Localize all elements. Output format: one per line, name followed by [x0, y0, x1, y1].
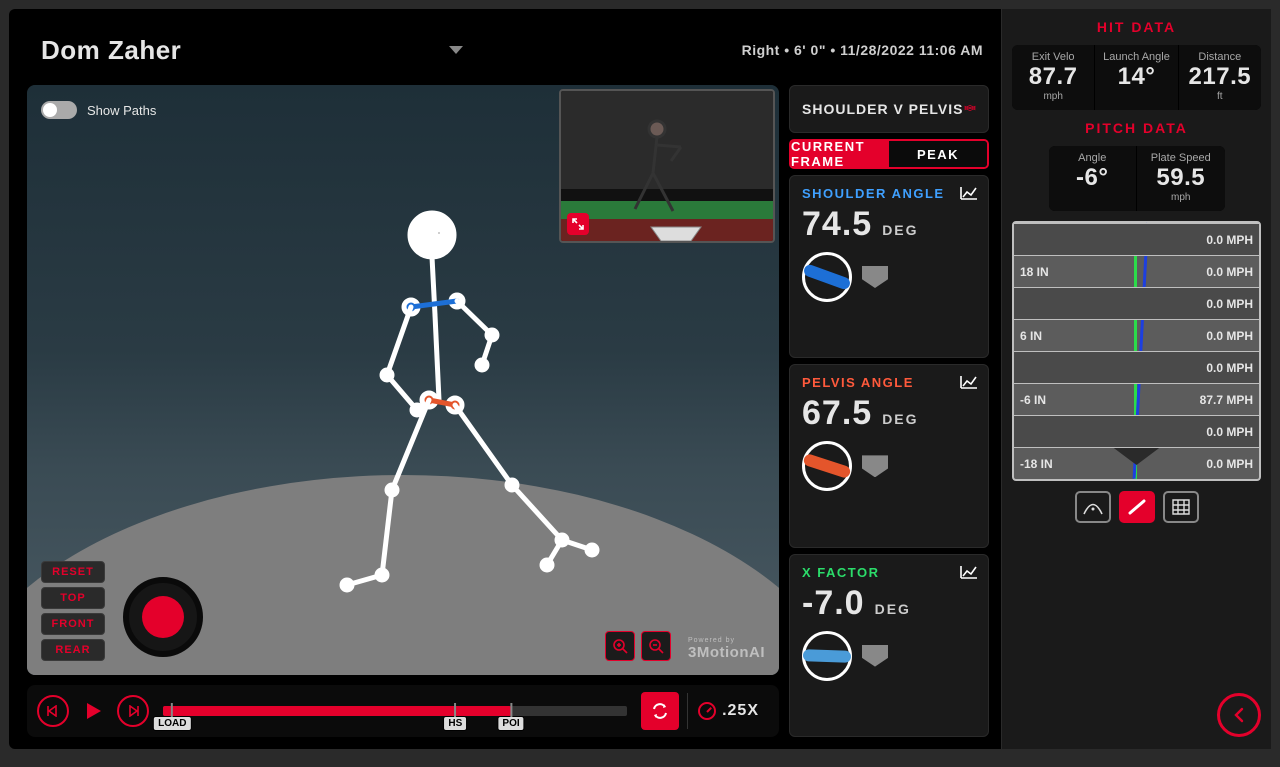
grid-row: 6 IN0.0 MPH: [1014, 319, 1259, 351]
grid-row: -6 IN87.7 MPH: [1014, 383, 1259, 415]
metric-value: 67.5: [802, 394, 872, 433]
camera-top-button[interactable]: TOP: [41, 587, 105, 609]
metric-shoulder: SHOULDER ANGLE 74.5 DEG: [789, 175, 989, 358]
marker-load[interactable]: LOAD: [153, 716, 191, 731]
joystick[interactable]: [123, 577, 203, 657]
metric-selector-label: SHOULDER V PELVIS: [802, 101, 963, 117]
view-grid-button[interactable]: [1163, 491, 1199, 523]
loop-button[interactable]: [641, 692, 679, 730]
app-root: Dom Zaher Right • 6' 0" • 11/28/2022 11:…: [9, 9, 1271, 749]
tab-current-frame[interactable]: CURRENT FRAME: [791, 141, 889, 167]
stat-distance: Distance217.5ft: [1179, 45, 1261, 110]
marker-hs[interactable]: HS: [443, 716, 467, 731]
show-paths-toggle[interactable]: Show Paths: [41, 101, 156, 119]
show-paths-label: Show Paths: [87, 103, 156, 118]
skip-fwd-button[interactable]: [117, 695, 149, 727]
metric-title: PELVIS ANGLE: [802, 375, 976, 390]
session-meta: Right • 6' 0" • 11/28/2022 11:06 AM: [742, 42, 983, 58]
timeline-track[interactable]: LOAD HS POI: [163, 706, 627, 716]
main-panel: Dom Zaher Right • 6' 0" • 11/28/2022 11:…: [9, 9, 1001, 749]
timeline-progress: [163, 706, 511, 716]
pitch-data-title: PITCH DATA: [1012, 120, 1261, 136]
camera-front-button[interactable]: FRONT: [41, 613, 105, 635]
angle-indicator: [802, 252, 976, 302]
view-mode-icons: [1012, 491, 1261, 523]
timeline: LOAD HS POI .25X: [27, 685, 779, 737]
sort-icon: ︽︾: [964, 102, 976, 116]
speed-control[interactable]: .25X: [687, 693, 769, 729]
viewer-3d[interactable]: Show Paths: [27, 85, 779, 675]
hit-stats: Exit Velo87.7mph Launch Angle14° Distanc…: [1012, 45, 1261, 110]
view-bat-button[interactable]: [1119, 491, 1155, 523]
viewer-column: Show Paths: [27, 85, 779, 737]
skeleton: [287, 205, 627, 625]
metric-value: -7.0: [802, 584, 865, 623]
stat-pitch-angle: Angle-6°: [1049, 146, 1137, 211]
pitch-stats: Angle-6° Plate Speed59.5mph: [1049, 146, 1225, 211]
sidebar: HIT DATA Exit Velo87.7mph Launch Angle14…: [1001, 9, 1271, 749]
zoom-controls: [605, 631, 671, 661]
metric-title: SHOULDER ANGLE: [802, 186, 976, 201]
metrics-panel: SHOULDER V PELVIS ︽︾ CURRENT FRAME PEAK …: [789, 85, 989, 737]
topbar: Dom Zaher Right • 6' 0" • 11/28/2022 11:…: [27, 25, 989, 75]
grid-row: 0.0 MPH: [1014, 223, 1259, 255]
player-name: Dom Zaher: [41, 35, 181, 66]
metric-selector[interactable]: SHOULDER V PELVIS ︽︾: [789, 85, 989, 133]
marker-poi[interactable]: POI: [497, 716, 524, 731]
stat-exit-velo: Exit Velo87.7mph: [1012, 45, 1094, 110]
angle-indicator: [802, 631, 976, 681]
grid-row: 0.0 MPH: [1014, 287, 1259, 319]
brand-label: Powered by 3MotionAI: [688, 634, 765, 662]
back-button[interactable]: [1217, 693, 1261, 737]
metric-title: X FACTOR: [802, 565, 976, 580]
hit-data-title: HIT DATA: [1012, 19, 1261, 35]
grid-row: -18 IN0.0 MPH: [1014, 447, 1259, 479]
camera-rear-button[interactable]: REAR: [41, 639, 105, 661]
pip-figure: [561, 91, 775, 243]
strike-zone-grid[interactable]: 0.0 MPH18 IN0.0 MPH0.0 MPH6 IN0.0 MPH0.0…: [1012, 221, 1261, 481]
grid-row: 18 IN0.0 MPH: [1014, 255, 1259, 287]
video-pip[interactable]: [559, 89, 775, 243]
view-field-button[interactable]: [1075, 491, 1111, 523]
grid-row: 0.0 MPH: [1014, 351, 1259, 383]
stat-launch-angle: Launch Angle14°: [1095, 45, 1177, 110]
zoom-out-button[interactable]: [641, 631, 671, 661]
expand-icon[interactable]: [567, 213, 589, 235]
metric-xfactor: X FACTOR -7.0 DEG: [789, 554, 989, 737]
grid-row: 0.0 MPH: [1014, 415, 1259, 447]
chart-icon[interactable]: [960, 186, 978, 200]
metric-unit: DEG: [875, 601, 911, 617]
metric-unit: DEG: [882, 411, 918, 427]
stat-plate-speed: Plate Speed59.5mph: [1137, 146, 1225, 211]
chevron-down-icon: [449, 46, 463, 54]
metric-pelvis: PELVIS ANGLE 67.5 DEG: [789, 364, 989, 547]
play-button[interactable]: [77, 695, 109, 727]
metric-value: 74.5: [802, 205, 872, 244]
angle-indicator: [802, 441, 976, 491]
zoom-in-button[interactable]: [605, 631, 635, 661]
chart-icon[interactable]: [960, 375, 978, 389]
frame-tabs: CURRENT FRAME PEAK: [789, 139, 989, 169]
camera-reset-button[interactable]: RESET: [41, 561, 105, 583]
chart-icon[interactable]: [960, 565, 978, 579]
toggle-icon: [41, 101, 77, 119]
skip-back-button[interactable]: [37, 695, 69, 727]
tab-peak[interactable]: PEAK: [889, 141, 987, 167]
content-row: Show Paths: [27, 85, 989, 737]
player-dropdown[interactable]: Dom Zaher: [27, 35, 477, 66]
camera-buttons: RESET TOP FRONT REAR: [41, 561, 105, 661]
metric-unit: DEG: [882, 222, 918, 238]
speedometer-icon: [698, 702, 716, 720]
speed-label: .25X: [722, 702, 759, 720]
